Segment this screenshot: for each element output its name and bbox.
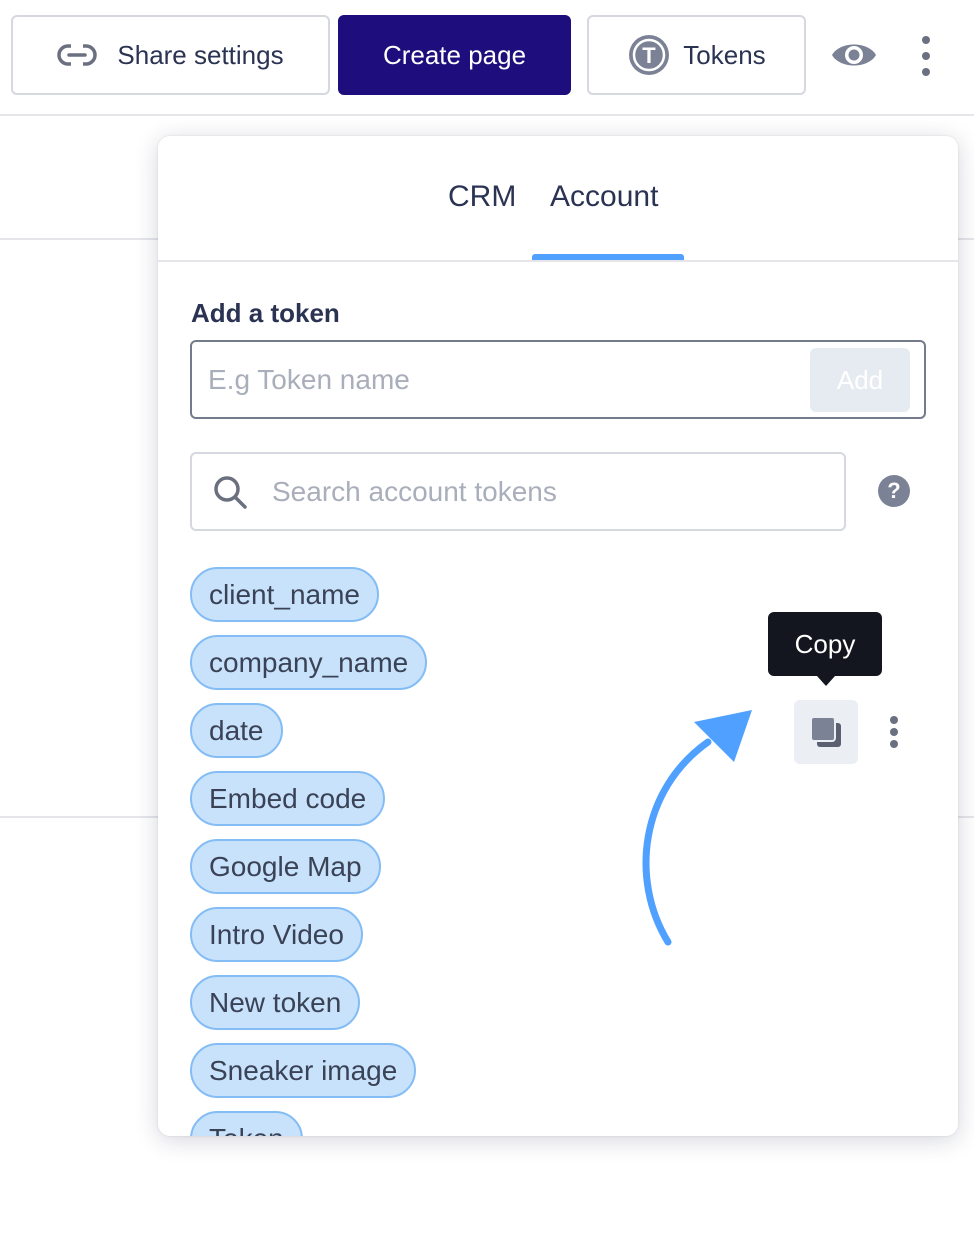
copy-tooltip: Copy [768,612,882,686]
token-t-icon: T [629,35,670,75]
create-page-button[interactable]: Create page [338,15,571,95]
tab-crm[interactable]: CRM [448,180,516,214]
token-chip[interactable]: Sneaker image [190,1043,417,1098]
add-token-button[interactable]: Add [810,348,910,412]
token-chip[interactable]: Embed code [190,771,386,826]
add-token-label: Add a token [191,298,340,328]
eye-icon[interactable] [830,38,878,72]
help-icon[interactable]: ? [878,475,910,507]
search-field [190,452,846,531]
copy-icon [810,716,841,747]
token-chip[interactable]: New token [190,975,361,1030]
link-icon [57,44,98,66]
token-name-input[interactable] [208,358,788,402]
token-chip[interactable]: Token [190,1111,303,1136]
share-settings-button[interactable]: Share settings [11,15,330,95]
tokens-panel: CRM Account Add a token Add ? client_nam… [158,136,958,1136]
search-tokens-input[interactable] [272,470,822,514]
token-chip[interactable]: date [190,703,283,758]
token-chip[interactable]: Intro Video [190,907,363,962]
tokens-label: Tokens [683,39,766,70]
add-token-field: Add [190,340,926,419]
token-more-icon[interactable] [890,716,898,748]
toolbar-divider [0,114,974,116]
token-chip[interactable]: company_name [190,635,428,690]
tab-account[interactable]: Account [550,180,658,214]
tokens-button[interactable]: T Tokens [587,15,806,95]
token-chip[interactable]: Google Map [190,839,381,894]
more-vertical-icon[interactable] [914,36,938,76]
tabs-divider [158,260,958,262]
share-settings-label: Share settings [117,39,284,70]
token-badge-letter: T [643,43,657,68]
token-chip[interactable]: client_name [190,567,379,622]
create-page-label: Create page [382,39,527,70]
copy-button[interactable] [794,700,858,764]
search-icon [214,476,247,509]
